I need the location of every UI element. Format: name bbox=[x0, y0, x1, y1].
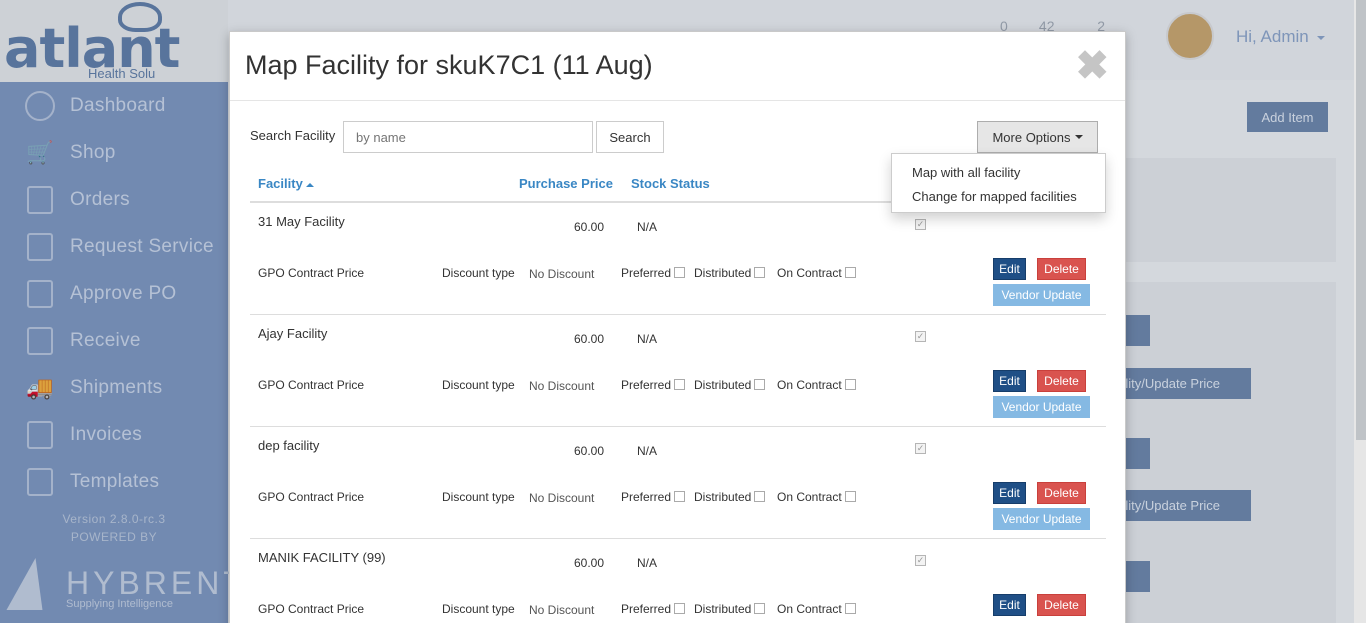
discount-type-value: No Discount bbox=[529, 379, 595, 393]
more-options-dropdown: Map with all facility Change for mapped … bbox=[891, 153, 1106, 213]
on-contract-field: On Contract bbox=[777, 602, 856, 616]
on-contract-label: On Contract bbox=[777, 602, 842, 616]
column-header-purchase-price[interactable]: Purchase Price bbox=[519, 176, 613, 191]
gpo-label: GPO Contract Price bbox=[258, 490, 365, 504]
facility-name: 31 May Facility bbox=[258, 214, 345, 229]
more-options-button[interactable]: More Options bbox=[977, 121, 1098, 153]
distributed-label: Distributed bbox=[694, 490, 752, 504]
discount-type-label: Discount type bbox=[442, 602, 515, 616]
discount-type-value: No Discount bbox=[529, 267, 595, 281]
search-input[interactable] bbox=[343, 121, 593, 153]
facility-name: Ajay Facility bbox=[258, 326, 328, 341]
purchase-price: 60.00 bbox=[574, 220, 605, 234]
on-contract-checkbox[interactable] bbox=[844, 379, 856, 390]
facility-name: dep facility bbox=[258, 438, 320, 453]
gpo-label: GPO Contract Price bbox=[258, 602, 365, 616]
dropdown-item-change-mapped[interactable]: Change for mapped facilities bbox=[892, 185, 1105, 209]
close-icon[interactable]: ✖ bbox=[1075, 46, 1109, 86]
distributed-checkbox[interactable] bbox=[754, 603, 766, 614]
preferred-field: Preferred bbox=[621, 378, 686, 392]
stock-status: N/A bbox=[637, 220, 658, 234]
map-facility-modal: Map Facility for skuK7C1 (11 Aug) ✖ Sear… bbox=[229, 31, 1126, 623]
mapped-checkbox[interactable]: ✓ bbox=[915, 331, 926, 342]
facility-name: MANIK FACILITY (99) bbox=[258, 550, 386, 565]
search-button[interactable]: Search bbox=[596, 121, 664, 153]
distributed-label: Distributed bbox=[694, 266, 752, 280]
edit-button[interactable]: Edit bbox=[993, 370, 1026, 392]
distributed-field: Distributed bbox=[694, 378, 766, 392]
mapped-checkbox[interactable]: ✓ bbox=[915, 219, 926, 230]
preferred-checkbox[interactable] bbox=[674, 491, 686, 502]
delete-button[interactable]: Delete bbox=[1037, 482, 1086, 504]
discount-type-label: Discount type bbox=[442, 266, 515, 280]
on-contract-checkbox[interactable] bbox=[844, 491, 856, 502]
distributed-field: Distributed bbox=[694, 490, 766, 504]
chevron-down-icon bbox=[1074, 135, 1083, 139]
preferred-label: Preferred bbox=[621, 378, 672, 392]
purchase-price: 60.00 bbox=[574, 556, 605, 570]
distributed-checkbox[interactable] bbox=[754, 267, 766, 278]
preferred-label: Preferred bbox=[621, 490, 672, 504]
on-contract-label: On Contract bbox=[777, 378, 842, 392]
gpo-label: GPO Contract Price bbox=[258, 378, 365, 392]
on-contract-label: On Contract bbox=[777, 490, 842, 504]
edit-button[interactable]: Edit bbox=[993, 594, 1026, 616]
distributed-field: Distributed bbox=[694, 266, 766, 280]
modal-header: Map Facility for skuK7C1 (11 Aug) ✖ bbox=[230, 32, 1125, 101]
preferred-checkbox[interactable] bbox=[674, 267, 686, 278]
sort-asc-icon bbox=[305, 182, 314, 187]
discount-type-value: No Discount bbox=[529, 603, 595, 617]
more-options-label: More Options bbox=[992, 129, 1071, 145]
table-row: Ajay Facility 60.00 N/A ✓ GPO Contract P… bbox=[250, 315, 1106, 427]
purchase-price: 60.00 bbox=[574, 444, 605, 458]
on-contract-field: On Contract bbox=[777, 266, 856, 280]
distributed-field: Distributed bbox=[694, 602, 766, 616]
preferred-label: Preferred bbox=[621, 602, 672, 616]
mapped-checkbox[interactable]: ✓ bbox=[915, 443, 926, 454]
scrollbar-thumb[interactable] bbox=[1356, 0, 1366, 440]
discount-type-label: Discount type bbox=[442, 490, 515, 504]
on-contract-checkbox[interactable] bbox=[844, 603, 856, 614]
on-contract-field: On Contract bbox=[777, 378, 856, 392]
edit-button[interactable]: Edit bbox=[993, 482, 1026, 504]
column-header-label: Facility bbox=[258, 176, 303, 191]
column-header-stock-status[interactable]: Stock Status bbox=[631, 176, 710, 191]
preferred-field: Preferred bbox=[621, 602, 686, 616]
distributed-checkbox[interactable] bbox=[754, 491, 766, 502]
preferred-label: Preferred bbox=[621, 266, 672, 280]
modal-title: Map Facility for skuK7C1 (11 Aug) bbox=[245, 50, 653, 80]
stock-status: N/A bbox=[637, 444, 658, 458]
preferred-field: Preferred bbox=[621, 266, 686, 280]
delete-button[interactable]: Delete bbox=[1037, 594, 1086, 616]
vendor-update-button[interactable]: Vendor Update bbox=[993, 508, 1090, 530]
stock-status: N/A bbox=[637, 332, 658, 346]
preferred-checkbox[interactable] bbox=[674, 603, 686, 614]
delete-button[interactable]: Delete bbox=[1037, 370, 1086, 392]
preferred-field: Preferred bbox=[621, 490, 686, 504]
search-label: Search Facility bbox=[250, 128, 336, 143]
distributed-label: Distributed bbox=[694, 602, 752, 616]
vendor-update-button[interactable]: Vendor Update bbox=[993, 396, 1090, 418]
dropdown-item-map-all[interactable]: Map with all facility bbox=[892, 161, 1105, 185]
column-header-facility[interactable]: Facility bbox=[258, 176, 314, 191]
table-row: dep facility 60.00 N/A ✓ GPO Contract Pr… bbox=[250, 427, 1106, 539]
distributed-label: Distributed bbox=[694, 378, 752, 392]
edit-button[interactable]: Edit bbox=[993, 258, 1026, 280]
vendor-update-button[interactable]: Vendor Update bbox=[993, 284, 1090, 306]
distributed-checkbox[interactable] bbox=[754, 379, 766, 390]
discount-type-label: Discount type bbox=[442, 378, 515, 392]
on-contract-checkbox[interactable] bbox=[844, 267, 856, 278]
purchase-price: 60.00 bbox=[574, 332, 605, 346]
on-contract-field: On Contract bbox=[777, 490, 856, 504]
table-row: MANIK FACILITY (99) 60.00 N/A ✓ GPO Cont… bbox=[250, 539, 1106, 623]
preferred-checkbox[interactable] bbox=[674, 379, 686, 390]
delete-button[interactable]: Delete bbox=[1037, 258, 1086, 280]
mapped-checkbox[interactable]: ✓ bbox=[915, 555, 926, 566]
on-contract-label: On Contract bbox=[777, 266, 842, 280]
discount-type-value: No Discount bbox=[529, 491, 595, 505]
gpo-label: GPO Contract Price bbox=[258, 266, 365, 280]
table-row: 31 May Facility 60.00 N/A ✓ GPO Contract… bbox=[250, 203, 1106, 315]
stock-status: N/A bbox=[637, 556, 658, 570]
